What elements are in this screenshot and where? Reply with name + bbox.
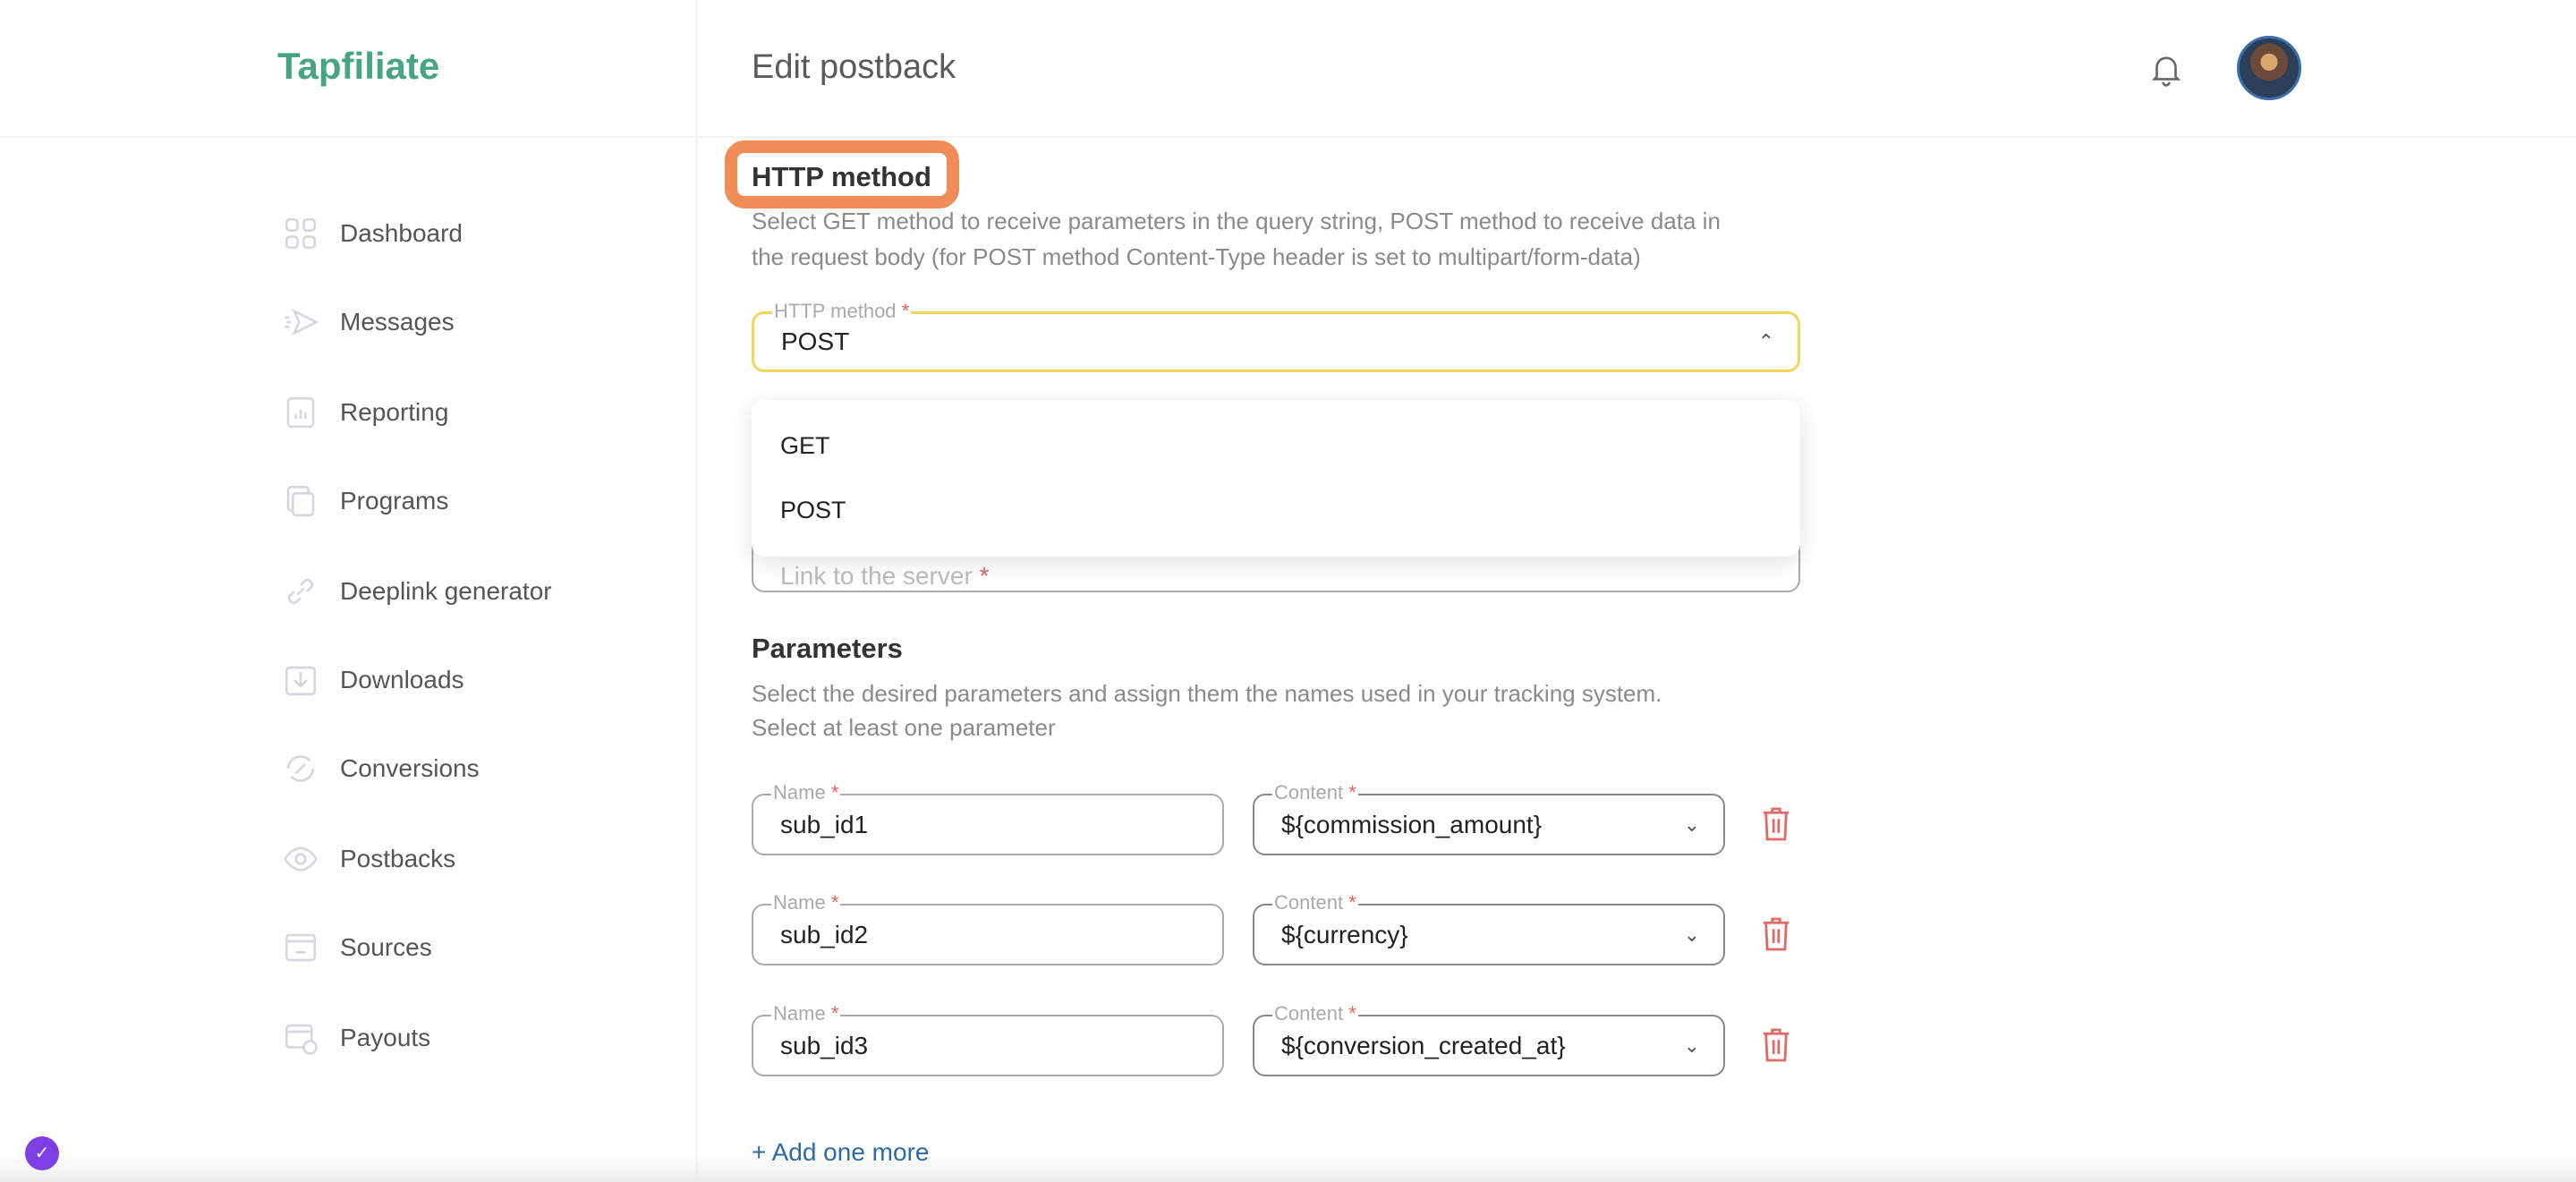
report-icon [286,396,315,429]
parameters-description-line2: Select at least one parameter [752,714,1056,741]
bottom-shadow [0,1154,2576,1182]
field-label: Content [1274,1002,1344,1025]
field-label: HTTP method [774,300,897,322]
conversion-icon [286,755,315,782]
required-marker: * [901,300,910,322]
parameter-name-input[interactable]: Name * sub_id2 [752,891,1224,965]
sidebar-item-deeplink-generator[interactable]: Deeplink generator [282,572,552,611]
trash-icon[interactable] [1761,805,1791,843]
parameter-content-value: ${commission_amount} [1281,810,1543,838]
sidebar-item-postbacks[interactable]: Postbacks [282,839,455,879]
http-method-dropdown: GET POST [752,400,1800,557]
sidebar-item-label: Conversions [340,754,480,782]
sidebar-item-label: Downloads [340,666,464,693]
help-widget-icon[interactable]: ✓ [25,1136,59,1170]
field-label: Name [773,891,826,914]
avatar[interactable] [2237,36,2301,100]
parameters-heading: Parameters [752,633,903,664]
parameter-name-value: sub_id2 [780,920,869,948]
sidebar-item-label: Payouts [340,1024,431,1051]
required-marker: * [830,1002,839,1025]
trash-icon[interactable] [1761,915,1791,953]
parameter-name-input[interactable]: Name * sub_id3 [752,1002,1224,1076]
sidebar-item-label: Postbacks [340,845,456,872]
sidebar-item-conversions[interactable]: Conversions [282,749,480,788]
option-post[interactable]: POST [780,497,846,524]
payouts-icon [285,1024,318,1055]
http-method-select[interactable]: HTTP method * POST ⌃ [752,300,1800,372]
parameter-name-input[interactable]: Name * sub_id1 [752,781,1224,855]
sidebar-item-sources[interactable]: Sources [282,928,432,967]
required-marker: * [830,781,839,804]
selected-value: POST [781,327,850,355]
sidebar-item-messages[interactable]: Messages [282,302,455,342]
link-placeholder: Link to the server [780,562,973,590]
sidebar-item-label: Programs [340,487,449,514]
required-marker: * [1348,781,1356,804]
sidebar-item-label: Messages [340,308,455,336]
sidebar-item-label: Dashboard [340,219,463,247]
eye-icon [283,846,319,872]
required-marker: * [1348,891,1356,914]
add-one-more-link[interactable]: + Add one more [752,1138,929,1167]
parameter-name-value: sub_id1 [780,810,869,838]
sidebar-item-reporting[interactable]: Reporting [282,393,448,432]
parameter-content-select[interactable]: Content * ${commission_amount} ⌄ [1253,781,1725,855]
send-icon [285,308,319,336]
http-method-heading: HTTP method [752,161,931,192]
sidebar-item-label: Sources [340,933,432,961]
parameter-content-value: ${conversion_created_at} [1281,1031,1566,1059]
field-label: Content [1274,781,1344,804]
logo[interactable]: Tapfiliate [277,45,439,88]
sidebar-item-dashboard[interactable]: Dashboard [282,214,463,253]
copy-icon [286,485,315,517]
sources-icon [285,933,317,962]
download-icon [285,666,317,696]
parameter-content-select[interactable]: Content * ${currency} ⌄ [1253,891,1725,965]
http-method-description-line1: Select GET method to receive parameters … [752,208,1721,234]
grid-icon [285,217,317,250]
page-title: Edit postback [752,48,956,86]
required-marker: * [830,891,839,914]
sidebar-item-label: Reporting [340,398,449,426]
header-divider [0,136,2576,138]
parameter-name-value: sub_id3 [780,1031,869,1059]
parameters-description-line1: Select the desired parameters and assign… [752,680,1662,707]
field-label: Name [773,781,826,804]
sidebar-divider [695,0,698,1182]
parameter-content-select[interactable]: Content * ${conversion_created_at} ⌄ [1253,1002,1725,1076]
required-marker: * [979,562,990,590]
option-get[interactable]: GET [780,432,830,460]
chevron-up-icon: ⌃ [1757,330,1774,353]
http-method-description-line2: the request body (for POST method Conten… [752,243,1641,270]
field-label: Name [773,1002,826,1025]
chevron-down-icon: ⌄ [1683,923,1700,946]
chevron-down-icon: ⌄ [1683,1033,1700,1057]
sidebar-item-programs[interactable]: Programs [282,481,448,521]
parameter-content-value: ${currency} [1281,920,1408,948]
required-marker: * [1348,1002,1356,1025]
sidebar-item-payouts[interactable]: Payouts [282,1018,430,1058]
link-icon [287,578,314,605]
sidebar-item-downloads[interactable]: Downloads [282,660,464,700]
field-label: Content [1274,891,1344,914]
bell-icon[interactable] [2147,48,2185,89]
sidebar-item-label: Deeplink generator [340,577,552,605]
trash-icon[interactable] [1761,1026,1791,1064]
chevron-down-icon: ⌄ [1683,812,1700,836]
